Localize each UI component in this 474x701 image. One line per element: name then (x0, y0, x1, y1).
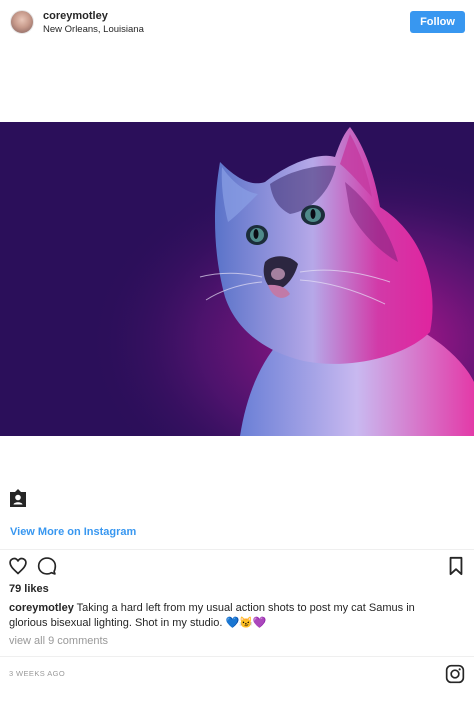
cat-photo-image (0, 122, 474, 436)
divider (0, 549, 474, 550)
timestamp[interactable]: 3 WEEKS AGO (9, 669, 65, 678)
caption-username[interactable]: coreymotley (9, 602, 74, 614)
post-photo[interactable] (0, 122, 474, 436)
speech-bubble-icon[interactable] (37, 556, 57, 576)
person-badge-icon[interactable] (7, 487, 29, 509)
bookmark-icon[interactable] (447, 556, 465, 576)
location[interactable]: New Orleans, Louisiana (43, 24, 144, 35)
heart-icon[interactable] (8, 556, 28, 576)
view-more-link[interactable]: View More on Instagram (10, 526, 136, 538)
username[interactable]: coreymotley (43, 10, 108, 22)
caption: coreymotley Taking a hard left from my u… (9, 601, 454, 630)
follow-button[interactable]: Follow (410, 11, 465, 33)
divider (0, 656, 474, 657)
instagram-logo-icon[interactable] (445, 664, 465, 684)
avatar[interactable] (10, 10, 34, 34)
likes-count[interactable]: 79 likes (9, 583, 49, 595)
view-all-comments-link[interactable]: view all 9 comments (9, 635, 108, 647)
post-header: coreymotley New Orleans, Louisiana Follo… (0, 0, 474, 46)
